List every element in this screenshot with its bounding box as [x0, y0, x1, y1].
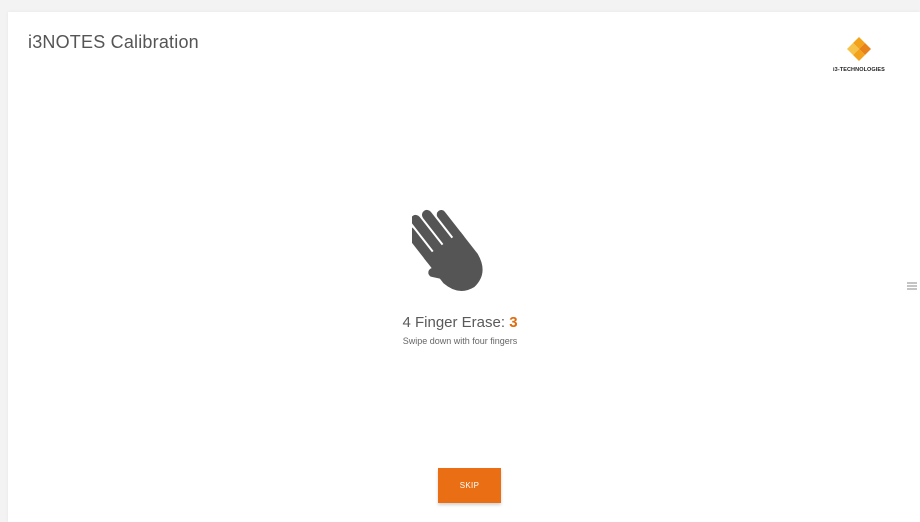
skip-button[interactable]: SKIP: [438, 468, 501, 503]
gesture-name: 4 Finger Erase:: [402, 314, 506, 331]
menu-icon[interactable]: [906, 281, 918, 291]
gesture-title: 4 Finger Erase: 3: [0, 314, 920, 331]
app-title: i3NOTES Calibration: [28, 32, 199, 52]
gesture-count: 3: [509, 314, 518, 331]
logo-diamond-icon: [847, 37, 871, 61]
hand-icon: [412, 209, 483, 291]
i3-technologies-logo: i3-TECHNOLOGIES: [826, 36, 892, 80]
gesture-hint: Swipe down with four fingers: [402, 336, 518, 346]
logo-text: i3-TECHNOLOGIES: [833, 67, 885, 73]
